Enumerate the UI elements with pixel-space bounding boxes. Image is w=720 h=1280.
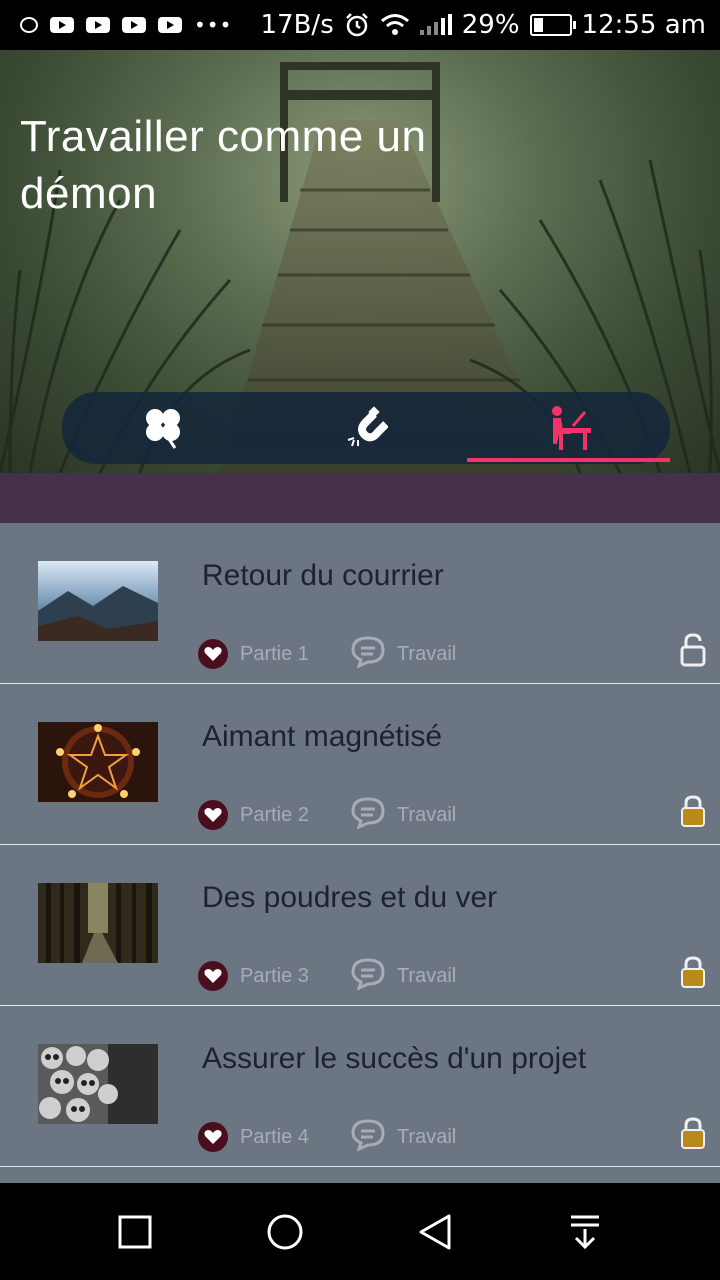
clover-icon <box>146 409 181 449</box>
battery-icon <box>529 14 576 36</box>
status-bar: ••• 17B/s 29% 12:55 am <box>0 0 720 50</box>
item-title: Aimant magnétisé <box>202 720 443 753</box>
padlock-icon <box>680 955 706 993</box>
item-part: Partie 2 <box>240 803 309 826</box>
list-item[interactable]: Des poudres et du ver Partie 3 Travail <box>0 845 720 1006</box>
item-category: Travail <box>396 1125 457 1148</box>
more-notifications-icon: ••• <box>194 13 233 37</box>
chat-bubble-icon <box>351 958 385 994</box>
list-item[interactable]: Aimant magnétisé Partie 2 Travail <box>0 684 720 845</box>
chat-notification-icon <box>20 17 38 33</box>
tab-attraction[interactable] <box>265 392 468 464</box>
category-tab-bar <box>62 392 670 464</box>
network-speed: 17B/s <box>260 10 334 40</box>
heart-icon[interactable] <box>198 639 228 669</box>
chat-bubble-icon <box>351 797 385 833</box>
tab-work[interactable] <box>467 392 670 464</box>
item-part: Partie 1 <box>240 642 309 665</box>
item-part: Partie 3 <box>240 964 309 987</box>
heart-icon[interactable] <box>198 961 228 991</box>
wifi-icon <box>380 14 409 35</box>
item-category: Travail <box>396 803 457 826</box>
mountain-image <box>38 561 158 641</box>
triangle-back-icon <box>419 1214 451 1249</box>
padlock-icon <box>680 794 706 832</box>
item-category: Travail <box>396 642 457 665</box>
heart-icon[interactable] <box>198 800 228 830</box>
forest-path-image <box>38 883 158 963</box>
skulls-image <box>38 1044 158 1124</box>
magnet-icon <box>347 406 388 447</box>
unlocked-padlock-icon <box>680 633 706 671</box>
desk-worker-icon <box>551 406 591 450</box>
youtube-notification-icon <box>158 17 182 33</box>
recents-button[interactable] <box>105 1202 165 1262</box>
item-category: Travail <box>396 964 457 987</box>
system-navigation-bar <box>0 1183 720 1280</box>
section-band <box>0 473 720 523</box>
youtube-notification-icon <box>122 17 146 33</box>
chapter-list: Retour du courrier Partie 1 Travail Aima… <box>0 523 720 1183</box>
item-title: Des poudres et du ver <box>202 881 498 914</box>
circle-icon <box>267 1214 303 1249</box>
item-title: Retour du courrier <box>202 559 444 592</box>
youtube-notification-icon <box>86 17 110 33</box>
tab-luck[interactable] <box>62 392 265 464</box>
padlock-icon <box>680 1116 706 1154</box>
list-item[interactable]: Retour du courrier Partie 1 Travail <box>0 523 720 684</box>
square-icon <box>118 1215 152 1248</box>
page-title: Travailler comme un démon <box>20 112 427 218</box>
clock: 12:55 am <box>581 10 706 40</box>
item-part: Partie 4 <box>240 1125 309 1148</box>
chat-bubble-icon <box>351 636 385 672</box>
alarm-icon <box>345 13 368 37</box>
cell-signal-icon <box>419 14 452 35</box>
home-button[interactable] <box>255 1202 315 1262</box>
youtube-notification-icon <box>50 17 74 33</box>
battery-percent: 29% <box>461 10 520 40</box>
chat-bubble-icon <box>351 1119 385 1155</box>
notification-pulldown-button[interactable] <box>555 1202 615 1262</box>
list-item[interactable]: Assurer le succès d'un projet Partie 4 T… <box>0 1006 720 1167</box>
heart-icon[interactable] <box>198 1122 228 1152</box>
pull-down-icon <box>571 1215 599 1249</box>
back-button[interactable] <box>405 1202 465 1262</box>
item-title: Assurer le succès d'un projet <box>202 1042 587 1075</box>
pentagram-candles-image <box>38 722 158 802</box>
